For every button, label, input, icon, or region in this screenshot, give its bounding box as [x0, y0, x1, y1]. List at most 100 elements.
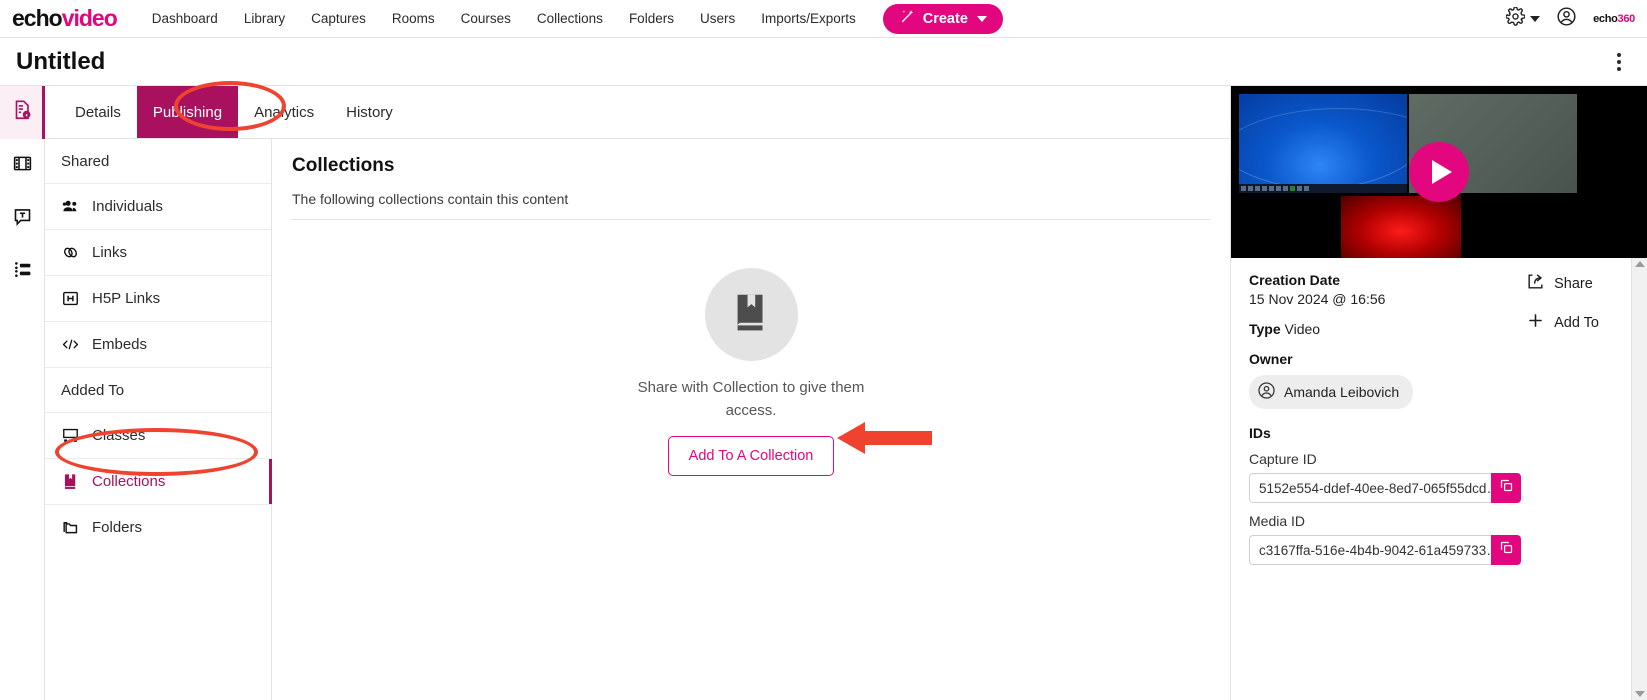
center-column: Details Publishing Analytics History Sha… [45, 81, 1230, 700]
nav-item-rooms[interactable]: Rooms [379, 5, 448, 32]
share-button[interactable]: Share [1526, 272, 1599, 295]
nav-item-courses[interactable]: Courses [448, 5, 524, 32]
pub-item-classes[interactable]: Classes [45, 412, 271, 458]
top-navigation-bar: echovideo Dashboard Library Captures Roo… [0, 0, 1647, 38]
taskbar-dot [1262, 186, 1267, 191]
create-button[interactable]: Create [882, 3, 1003, 34]
taskbar-dot [1248, 186, 1253, 191]
chevron-down-icon [976, 15, 987, 22]
capture-id-field[interactable]: 5152e554-ddef-40ee-8ed7-065f55dcd… [1249, 473, 1491, 503]
pub-item-collections[interactable]: Collections [45, 458, 272, 504]
left-icon-rail [0, 86, 53, 700]
taskbar-dot [1276, 186, 1281, 191]
creation-date-label: Creation Date [1249, 272, 1341, 288]
owner-name: Amanda Leibovich [1284, 384, 1400, 400]
copy-media-id-button[interactable] [1491, 535, 1521, 565]
nav-item-folders[interactable]: Folders [616, 5, 687, 32]
tab-details[interactable]: Details [59, 86, 137, 138]
pub-item-folders[interactable]: Folders [45, 504, 271, 550]
type-label: Type [1249, 321, 1281, 337]
avatar [1257, 381, 1276, 403]
metadata-fields: Creation Date 15 Nov 2024 @ 16:56 Type V… [1249, 272, 1385, 337]
pub-item-individuals[interactable]: Individuals [45, 183, 271, 229]
pub-item-h5p-links[interactable]: H5P Links [45, 275, 271, 321]
creation-date-value: 15 Nov 2024 @ 16:56 [1249, 291, 1386, 307]
capture-id-label: Capture ID [1249, 451, 1317, 467]
type-value: Video [1284, 321, 1321, 337]
settings-menu-button[interactable] [1505, 6, 1541, 31]
play-button-icon[interactable] [1409, 142, 1469, 202]
right-panel-scrollbar[interactable] [1631, 258, 1647, 700]
nav-item-library[interactable]: Library [231, 5, 298, 32]
tab-history[interactable]: History [330, 86, 409, 138]
echovideo-logo[interactable]: echovideo [12, 5, 118, 31]
kebab-dot [1617, 52, 1621, 57]
ids-section-label: IDs [1249, 425, 1271, 441]
book-bookmark-icon [728, 289, 774, 340]
media-id-label: Media ID [1249, 513, 1306, 529]
media-id-field[interactable]: c3167ffa-516e-4b4b-9042-61a459733… [1249, 535, 1491, 565]
add-to-a-collection-button[interactable]: Add To A Collection [667, 436, 835, 476]
more-vertical-icon[interactable] [1613, 49, 1625, 75]
scroll-down-arrow-icon[interactable] [1634, 691, 1645, 697]
play-triangle [1431, 160, 1452, 184]
rail-item-transcript[interactable] [0, 192, 44, 245]
echo360-logo: echo360 [1593, 13, 1635, 25]
people-icon [61, 197, 80, 216]
echo360-logo-360: 360 [1617, 13, 1636, 25]
empty-state: Share with Collection to give them acces… [272, 268, 1230, 476]
nav-item-collections[interactable]: Collections [524, 5, 616, 32]
metadata-top-row: Creation Date 15 Nov 2024 @ 16:56 Type V… [1249, 272, 1629, 337]
taskbar-dot [1297, 186, 1302, 191]
transcript-icon [12, 206, 33, 232]
h5p-icon [61, 289, 80, 308]
pub-group-shared: Shared [61, 153, 110, 170]
pub-item-embeds[interactable]: Embeds [45, 321, 271, 367]
copy-capture-id-button[interactable] [1491, 473, 1521, 503]
add-to-button[interactable]: Add To [1526, 311, 1599, 334]
account-circle-icon[interactable] [1556, 6, 1577, 32]
content-subtitle: The following collections contain this c… [292, 191, 1210, 220]
pub-item-label: Links [92, 244, 128, 261]
magic-wand-icon [899, 8, 916, 29]
pub-item-links[interactable]: Links [45, 229, 271, 275]
pub-item-label: Folders [92, 519, 143, 536]
plus-icon [1526, 311, 1545, 334]
nav-right-controls: echo360 [1505, 0, 1637, 38]
rail-item-settings-list[interactable] [0, 245, 44, 298]
scroll-up-arrow-icon[interactable] [1634, 261, 1645, 267]
capture-id-row: 5152e554-ddef-40ee-8ed7-065f55dcd… [1249, 473, 1521, 503]
panel-actions: Share Add To [1526, 272, 1629, 334]
tab-publishing[interactable]: Publishing [136, 86, 239, 138]
book-bookmark-icon [61, 472, 80, 491]
nav-item-dashboard[interactable]: Dashboard [139, 5, 231, 32]
taskbar-dot [1304, 186, 1309, 191]
publishing-panes: Shared Individuals Links H5P Links Embed… [45, 139, 1230, 700]
nav-item-users[interactable]: Users [687, 5, 748, 32]
taskbar-dot [1269, 186, 1274, 191]
film-strip-icon [12, 153, 33, 179]
tab-analytics[interactable]: Analytics [238, 86, 330, 138]
echo360-logo-echo: echo [1593, 13, 1618, 25]
page-title: Untitled [16, 47, 106, 75]
taskbar-dot [1241, 186, 1246, 191]
detail-tabs: Details Publishing Analytics History [45, 81, 1230, 139]
kebab-dot [1617, 66, 1621, 71]
video-thumbnail[interactable] [1231, 86, 1647, 258]
rail-item-details[interactable] [0, 86, 53, 139]
rail-item-media[interactable] [0, 139, 44, 192]
right-detail-panel: Creation Date 15 Nov 2024 @ 16:56 Type V… [1230, 86, 1647, 700]
list-settings-icon [12, 259, 33, 285]
thumbnail-tile-desktop [1239, 94, 1407, 193]
pub-item-label: Classes [92, 427, 146, 444]
copy-icon [1499, 540, 1514, 560]
content-header: Collections The following collections co… [272, 139, 1230, 220]
share-arrow-icon [1526, 272, 1545, 295]
owner-chip[interactable]: Amanda Leibovich [1249, 375, 1414, 409]
nav-item-imports-exports[interactable]: Imports/Exports [748, 5, 869, 32]
type-field: Type Video [1249, 321, 1385, 337]
logo-echo-text: echo [12, 5, 63, 31]
nav-item-captures[interactable]: Captures [298, 5, 379, 32]
page-title-bar: Untitled [0, 38, 1647, 86]
details-info-icon [11, 99, 33, 126]
